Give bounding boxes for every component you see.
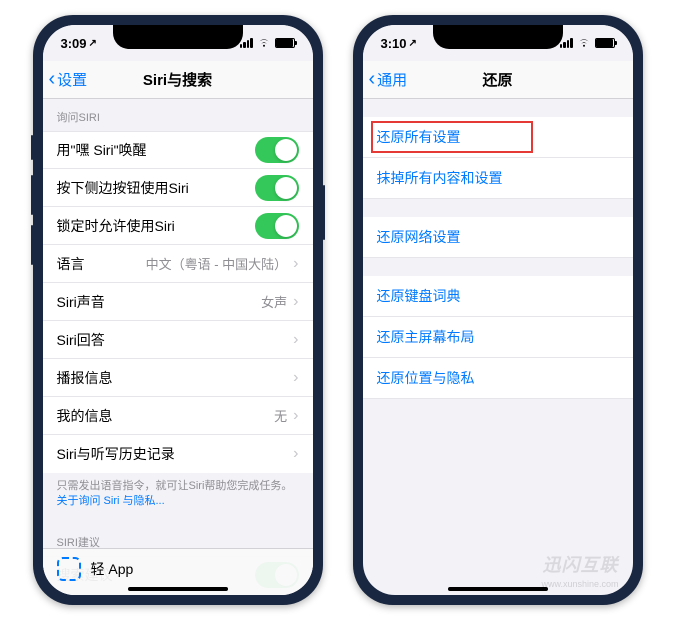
battery-icon xyxy=(595,38,615,48)
chevron-right-icon: › xyxy=(293,369,298,387)
row-response[interactable]: Siri回答 › xyxy=(43,321,313,359)
chevron-left-icon: ‹ xyxy=(369,68,376,91)
back-button[interactable]: ‹ 设置 xyxy=(43,68,88,91)
chevron-right-icon: › xyxy=(293,331,298,349)
signal-icon xyxy=(240,38,253,48)
row-history[interactable]: Siri与听写历史记录 › xyxy=(43,435,313,473)
notch xyxy=(433,25,563,49)
row-locked[interactable]: 锁定时允许使用Siri xyxy=(43,207,313,245)
row-app-clip[interactable]: 轻 App xyxy=(57,557,299,581)
toggle-hey-siri[interactable] xyxy=(255,137,299,163)
content-scroll[interactable]: 询问SIRI 用"嘿 Siri"唤醒 按下侧边按钮使用Siri 锁定时允许使用S… xyxy=(43,99,313,595)
location-icon: ↗ xyxy=(409,38,417,49)
row-voice[interactable]: Siri声音 女声 › xyxy=(43,283,313,321)
battery-icon xyxy=(275,38,295,48)
row-press-side[interactable]: 按下侧边按钮使用Siri xyxy=(43,169,313,207)
wifi-icon xyxy=(257,38,271,48)
row-reset-network[interactable]: 还原网络设置 xyxy=(363,217,633,258)
toggle-press-side[interactable] xyxy=(255,175,299,201)
notch xyxy=(113,25,243,49)
row-my-info[interactable]: 我的信息 无 › xyxy=(43,397,313,435)
content-scroll[interactable]: 还原所有设置 抹掉所有内容和设置 还原网络设置 还原键盘词典 还原主屏 xyxy=(363,99,633,595)
status-time: 3:09 xyxy=(61,36,87,51)
row-reset-home[interactable]: 还原主屏幕布局 xyxy=(363,317,633,358)
nav-bar: ‹ 设置 Siri与搜索 xyxy=(43,61,313,99)
nav-bar: ‹ 通用 还原 xyxy=(363,61,633,99)
watermark: 迅闪互联 xyxy=(543,551,619,577)
link-siri-privacy[interactable]: 关于询问 Siri 与隐私... xyxy=(57,495,165,507)
row-announce[interactable]: 播报信息 › xyxy=(43,359,313,397)
chevron-left-icon: ‹ xyxy=(49,68,56,91)
back-button[interactable]: ‹ 通用 xyxy=(363,68,408,91)
row-hey-siri[interactable]: 用"嘿 Siri"唤醒 xyxy=(43,131,313,169)
page-title: Siri与搜索 xyxy=(143,69,212,90)
bottom-bar: 轻 App xyxy=(43,548,313,595)
chevron-right-icon: › xyxy=(293,445,298,463)
app-clip-icon xyxy=(57,557,81,581)
row-reset-keyboard[interactable]: 还原键盘词典 xyxy=(363,276,633,317)
row-reset-location[interactable]: 还原位置与隐私 xyxy=(363,358,633,399)
chevron-right-icon: › xyxy=(293,255,298,273)
phone-reset: 3:10 ↗ ‹ 通用 还原 还原所有设置 xyxy=(353,15,643,605)
row-language[interactable]: 语言 中文（粤语 - 中国大陆） › xyxy=(43,245,313,283)
phone-siri-settings: 3:09 ↗ ‹ 设置 Siri与搜索 询问SIRI 用"嘿 Siri"唤醒 xyxy=(33,15,323,605)
home-indicator[interactable] xyxy=(128,587,228,591)
url-mark: www.xunshine.com xyxy=(541,579,618,589)
section-header-ask-siri: 询问SIRI xyxy=(43,99,313,131)
toggle-locked[interactable] xyxy=(255,213,299,239)
status-time: 3:10 xyxy=(381,36,407,51)
footer-ask-siri: 只需发出语音指令，就可让Siri帮助您完成任务。 关于询问 Siri 与隐私..… xyxy=(43,473,313,516)
wifi-icon xyxy=(577,38,591,48)
row-erase-all[interactable]: 抹掉所有内容和设置 xyxy=(363,158,633,199)
row-reset-all[interactable]: 还原所有设置 xyxy=(363,117,633,158)
page-title: 还原 xyxy=(482,69,512,90)
chevron-right-icon: › xyxy=(293,407,298,425)
home-indicator[interactable] xyxy=(448,587,548,591)
location-icon: ↗ xyxy=(89,38,97,49)
chevron-right-icon: › xyxy=(293,293,298,311)
signal-icon xyxy=(560,38,573,48)
